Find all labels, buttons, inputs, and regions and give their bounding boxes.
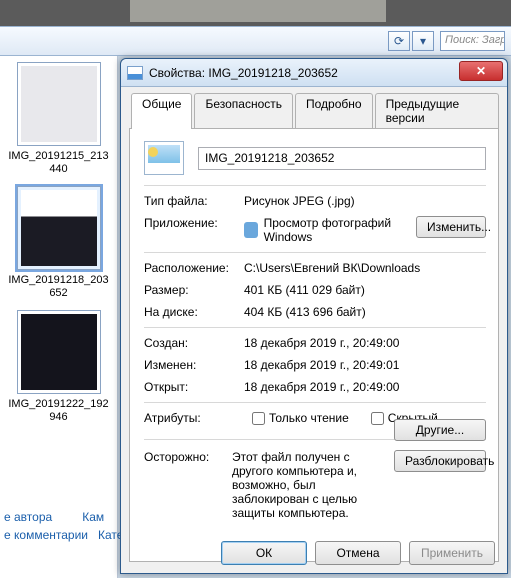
- change-app-button[interactable]: Изменить...: [416, 216, 486, 238]
- ok-button[interactable]: ОК: [221, 541, 307, 565]
- close-button[interactable]: ✕: [459, 61, 503, 81]
- image-file-icon: [127, 66, 143, 80]
- created-value: 18 декабря 2019 г., 20:49:00: [244, 336, 486, 350]
- app-value: Просмотр фотографий Windows: [264, 216, 416, 244]
- explorer-thumbnails-pane: IMG_20191215_213440 IMG_20191218_203652 …: [0, 56, 118, 578]
- thumbnail-caption: IMG_20191215_213440: [4, 150, 113, 176]
- tab-details[interactable]: Подробно: [295, 93, 373, 129]
- filetype-label: Тип файла:: [144, 194, 244, 208]
- size-label: Размер:: [144, 283, 244, 297]
- tab-previous-versions[interactable]: Предыдущие версии: [375, 93, 499, 129]
- thumbnail-item[interactable]: IMG_20191218_203652: [4, 186, 113, 300]
- thumbnail-caption: IMG_20191218_203652: [4, 274, 113, 300]
- accessed-value: 18 декабря 2019 г., 20:49:00: [244, 380, 486, 394]
- warning-label: Осторожно:: [144, 450, 224, 464]
- comments-link[interactable]: е комментарии Кате: [4, 528, 123, 542]
- photo-viewer-icon: [244, 222, 258, 238]
- search-input[interactable]: Поиск: Загру: [440, 31, 505, 51]
- thumbnail-caption: IMG_20191222_192946: [4, 398, 113, 424]
- dialog-body: Общие Безопасность Подробно Предыдущие в…: [121, 87, 507, 573]
- author-link[interactable]: е автора Кам: [4, 510, 123, 524]
- cancel-button[interactable]: Отмена: [315, 541, 401, 565]
- tab-security[interactable]: Безопасность: [194, 93, 293, 129]
- tab-strip: Общие Безопасность Подробно Предыдущие в…: [131, 93, 499, 129]
- apply-button[interactable]: Применить: [409, 541, 495, 565]
- tab-panel-general: Тип файла: Рисунок JPEG (.jpg) Приложени…: [129, 128, 499, 562]
- window-chrome-top: ⟳ ▾ Поиск: Загру: [0, 0, 511, 56]
- modified-value: 18 декабря 2019 г., 20:49:01: [244, 358, 486, 372]
- attributes-label: Атрибуты:: [144, 411, 244, 425]
- ondisk-value: 404 КБ (413 696 байт): [244, 305, 486, 319]
- location-value: C:\Users\Евгений ВК\Downloads: [244, 261, 486, 275]
- filename-input[interactable]: [198, 147, 486, 170]
- unblock-button[interactable]: Разблокировать: [394, 450, 486, 472]
- dialog-title: Свойства: IMG_20191218_203652: [149, 66, 338, 80]
- other-attributes-button[interactable]: Другие...: [394, 419, 486, 441]
- ondisk-label: На диске:: [144, 305, 244, 319]
- dialog-titlebar[interactable]: Свойства: IMG_20191218_203652: [121, 59, 507, 87]
- app-label: Приложение:: [144, 216, 244, 230]
- tab-general[interactable]: Общие: [131, 93, 192, 129]
- dialog-button-row: ОК Отмена Применить: [221, 541, 495, 565]
- thumbnail-item[interactable]: IMG_20191215_213440: [4, 62, 113, 176]
- nav-dropdown-button[interactable]: ▾: [412, 31, 434, 51]
- created-label: Создан:: [144, 336, 244, 350]
- properties-dialog: Свойства: IMG_20191218_203652 ✕ Общие Бе…: [120, 58, 508, 574]
- background-image-strip: [130, 0, 386, 22]
- size-value: 401 КБ (411 029 байт): [244, 283, 486, 297]
- thumbnail-item[interactable]: IMG_20191222_192946: [4, 310, 113, 424]
- location-label: Расположение:: [144, 261, 244, 275]
- accessed-label: Открыт:: [144, 380, 244, 394]
- filetype-value: Рисунок JPEG (.jpg): [244, 194, 486, 208]
- readonly-checkbox[interactable]: Только чтение: [252, 411, 349, 425]
- warning-text: Этот файл получен с другого компьютера и…: [232, 450, 386, 520]
- refresh-button[interactable]: ⟳: [388, 31, 410, 51]
- explorer-nav-bar: ⟳ ▾ Поиск: Загру: [0, 26, 511, 56]
- modified-label: Изменен:: [144, 358, 244, 372]
- file-type-icon: [144, 141, 184, 175]
- explorer-details-links: е автора Кам е комментарии Кате: [4, 510, 123, 546]
